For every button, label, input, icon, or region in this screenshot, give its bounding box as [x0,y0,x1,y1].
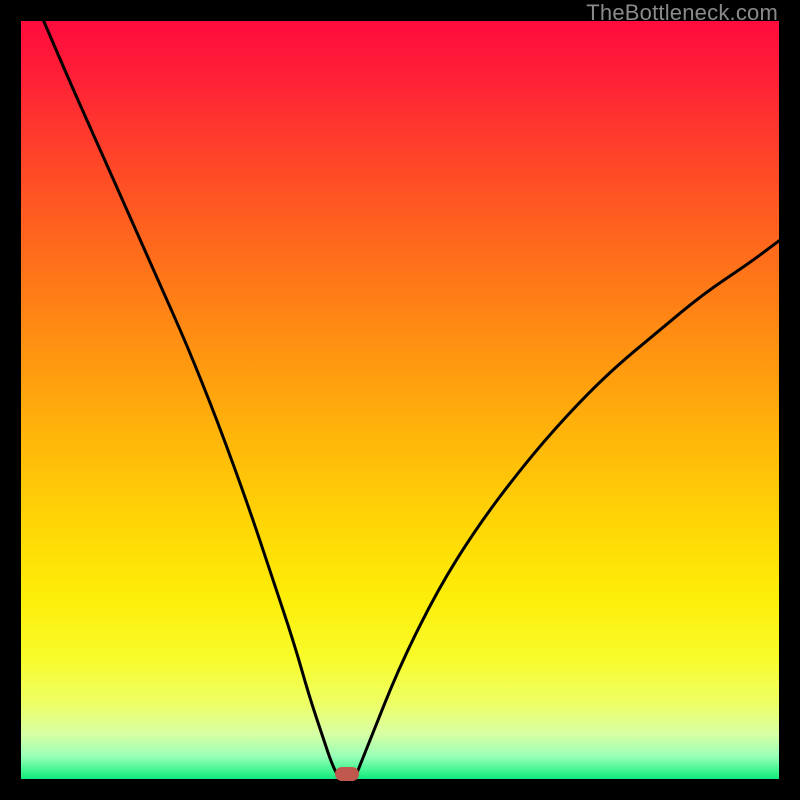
chart-frame: TheBottleneck.com [0,0,800,800]
bottleneck-curve [21,21,779,779]
plot-area [21,21,779,779]
optimum-marker-icon [335,767,359,781]
